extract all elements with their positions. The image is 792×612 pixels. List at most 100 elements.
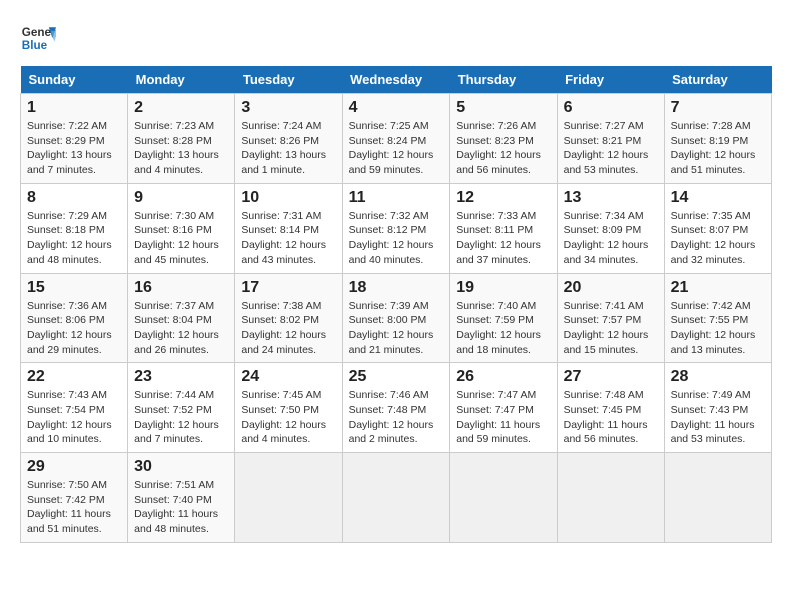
day-info: Sunrise: 7:40 AM Sunset: 7:59 PM Dayligh… [456,299,550,358]
day-info: Sunrise: 7:27 AM Sunset: 8:21 PM Dayligh… [564,119,658,178]
calendar-cell: 6 Sunrise: 7:27 AM Sunset: 8:21 PM Daylig… [557,94,664,184]
day-number: 19 [456,279,550,297]
day-number: 15 [27,279,121,297]
day-number: 24 [241,368,335,386]
calendar-cell: 3 Sunrise: 7:24 AM Sunset: 8:26 PM Daylig… [235,94,342,184]
calendar-cell [557,453,664,543]
day-info: Sunrise: 7:43 AM Sunset: 7:54 PM Dayligh… [27,388,121,447]
calendar-cell: 8Sunrise: 7:29 AM Sunset: 8:18 PM Daylig… [21,183,128,273]
calendar-cell: 16 Sunrise: 7:37 AM Sunset: 8:04 PM Dayli… [128,273,235,363]
calendar-cell: 26 Sunrise: 7:47 AM Sunset: 7:47 PM Dayli… [450,363,557,453]
calendar-cell: 30 Sunrise: 7:51 AM Sunset: 7:40 PM Dayli… [128,453,235,543]
day-info: Sunrise: 7:30 AM Sunset: 8:16 PM Dayligh… [134,209,228,268]
calendar-cell: 27Sunrise: 7:48 AM Sunset: 7:45 PM Dayli… [557,363,664,453]
day-info: Sunrise: 7:47 AM Sunset: 7:47 PM Dayligh… [456,388,550,447]
weekday-header-sunday: Sunday [21,66,128,94]
calendar-cell: 18 Sunrise: 7:39 AM Sunset: 8:00 PM Dayli… [342,273,450,363]
svg-text:Blue: Blue [22,39,48,52]
calendar-cell: 25 Sunrise: 7:46 AM Sunset: 7:48 PM Dayli… [342,363,450,453]
day-number: 6 [564,99,658,117]
day-number: 12 [456,189,550,207]
weekday-header-monday: Monday [128,66,235,94]
day-number: 3 [241,99,335,117]
calendar-cell: 23Sunrise: 7:44 AM Sunset: 7:52 PM Dayli… [128,363,235,453]
day-number: 2 [134,99,228,117]
calendar-cell: 12 Sunrise: 7:33 AM Sunset: 8:11 PM Dayli… [450,183,557,273]
calendar-cell: 13Sunrise: 7:34 AM Sunset: 8:09 PM Dayli… [557,183,664,273]
day-info: Sunrise: 7:50 AM Sunset: 7:42 PM Dayligh… [27,478,121,537]
day-info: Sunrise: 7:26 AM Sunset: 8:23 PM Dayligh… [456,119,550,178]
day-number: 26 [456,368,550,386]
day-info: Sunrise: 7:41 AM Sunset: 7:57 PM Dayligh… [564,299,658,358]
day-info: Sunrise: 7:28 AM Sunset: 8:19 PM Dayligh… [671,119,765,178]
day-info: Sunrise: 7:31 AM Sunset: 8:14 PM Dayligh… [241,209,335,268]
day-number: 1 [27,99,121,117]
day-info: Sunrise: 7:29 AM Sunset: 8:18 PM Dayligh… [27,209,121,268]
calendar-cell: 22 Sunrise: 7:43 AM Sunset: 7:54 PM Dayli… [21,363,128,453]
day-number: 20 [564,279,658,297]
calendar-cell: 19 Sunrise: 7:40 AM Sunset: 7:59 PM Dayli… [450,273,557,363]
day-number: 11 [349,189,444,207]
day-number: 10 [241,189,335,207]
calendar-cell: 14 Sunrise: 7:35 AM Sunset: 8:07 PM Dayli… [664,183,771,273]
calendar-cell: 17 Sunrise: 7:38 AM Sunset: 8:02 PM Dayli… [235,273,342,363]
day-number: 5 [456,99,550,117]
day-info: Sunrise: 7:46 AM Sunset: 7:48 PM Dayligh… [349,388,444,447]
calendar-cell [664,453,771,543]
day-info: Sunrise: 7:35 AM Sunset: 8:07 PM Dayligh… [671,209,765,268]
weekday-header-tuesday: Tuesday [235,66,342,94]
calendar-cell: 1 Sunrise: 7:22 AM Sunset: 8:29 PM Daylig… [21,94,128,184]
day-info: Sunrise: 7:33 AM Sunset: 8:11 PM Dayligh… [456,209,550,268]
calendar-cell: 10 Sunrise: 7:31 AM Sunset: 8:14 PM Dayli… [235,183,342,273]
day-info: Sunrise: 7:37 AM Sunset: 8:04 PM Dayligh… [134,299,228,358]
calendar-cell: 15 Sunrise: 7:36 AM Sunset: 8:06 PM Dayli… [21,273,128,363]
day-number: 30 [134,458,228,476]
day-info: Sunrise: 7:48 AM Sunset: 7:45 PM Dayligh… [564,388,658,447]
day-info: Sunrise: 7:23 AM Sunset: 8:28 PM Dayligh… [134,119,228,178]
day-info: Sunrise: 7:39 AM Sunset: 8:00 PM Dayligh… [349,299,444,358]
day-number: 21 [671,279,765,297]
calendar-cell: 2 Sunrise: 7:23 AM Sunset: 8:28 PM Daylig… [128,94,235,184]
day-info: Sunrise: 7:42 AM Sunset: 7:55 PM Dayligh… [671,299,765,358]
weekday-header-wednesday: Wednesday [342,66,450,94]
day-number: 18 [349,279,444,297]
calendar-cell [235,453,342,543]
day-number: 13 [564,189,658,207]
day-number: 17 [241,279,335,297]
day-number: 23 [134,368,228,386]
calendar-table: SundayMondayTuesdayWednesdayThursdayFrid… [20,66,772,543]
page-header: General Blue [20,20,772,56]
calendar-cell: 4 Sunrise: 7:25 AM Sunset: 8:24 PM Daylig… [342,94,450,184]
calendar-cell: 5 Sunrise: 7:26 AM Sunset: 8:23 PM Daylig… [450,94,557,184]
day-info: Sunrise: 7:38 AM Sunset: 8:02 PM Dayligh… [241,299,335,358]
calendar-cell: 24 Sunrise: 7:45 AM Sunset: 7:50 PM Dayli… [235,363,342,453]
day-info: Sunrise: 7:36 AM Sunset: 8:06 PM Dayligh… [27,299,121,358]
weekday-header-thursday: Thursday [450,66,557,94]
day-info: Sunrise: 7:51 AM Sunset: 7:40 PM Dayligh… [134,478,228,537]
calendar-cell: 9 Sunrise: 7:30 AM Sunset: 8:16 PM Daylig… [128,183,235,273]
day-number: 16 [134,279,228,297]
day-info: Sunrise: 7:45 AM Sunset: 7:50 PM Dayligh… [241,388,335,447]
calendar-cell [342,453,450,543]
calendar-cell: 28 Sunrise: 7:49 AM Sunset: 7:43 PM Dayli… [664,363,771,453]
calendar-cell: 7 Sunrise: 7:28 AM Sunset: 8:19 PM Daylig… [664,94,771,184]
day-number: 14 [671,189,765,207]
day-info: Sunrise: 7:24 AM Sunset: 8:26 PM Dayligh… [241,119,335,178]
day-info: Sunrise: 7:25 AM Sunset: 8:24 PM Dayligh… [349,119,444,178]
calendar-cell: 21 Sunrise: 7:42 AM Sunset: 7:55 PM Dayli… [664,273,771,363]
weekday-header-friday: Friday [557,66,664,94]
day-number: 4 [349,99,444,117]
logo: General Blue [20,20,56,56]
calendar-cell: 20 Sunrise: 7:41 AM Sunset: 7:57 PM Dayli… [557,273,664,363]
day-number: 28 [671,368,765,386]
day-info: Sunrise: 7:22 AM Sunset: 8:29 PM Dayligh… [27,119,121,178]
weekday-header-saturday: Saturday [664,66,771,94]
day-info: Sunrise: 7:49 AM Sunset: 7:43 PM Dayligh… [671,388,765,447]
day-number: 25 [349,368,444,386]
calendar-cell: 29 Sunrise: 7:50 AM Sunset: 7:42 PM Dayli… [21,453,128,543]
day-number: 9 [134,189,228,207]
day-number: 29 [27,458,121,476]
day-info: Sunrise: 7:32 AM Sunset: 8:12 PM Dayligh… [349,209,444,268]
day-number: 22 [27,368,121,386]
day-number: 7 [671,99,765,117]
